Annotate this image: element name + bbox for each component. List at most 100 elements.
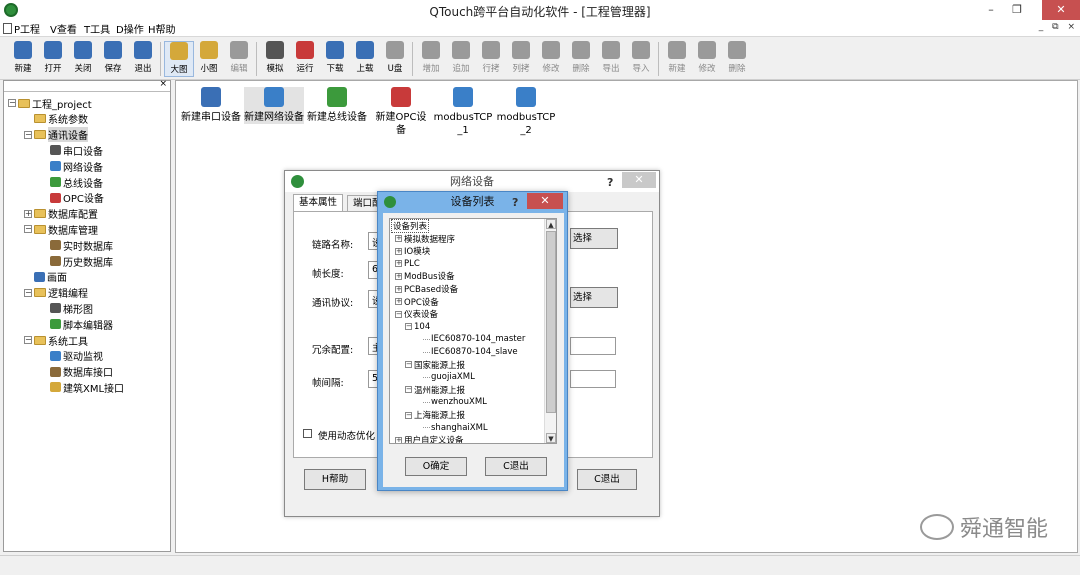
tree-item[interactable]: 数据库接口: [40, 365, 113, 379]
tree-item[interactable]: − 工程_project: [8, 96, 92, 111]
device-list-expander[interactable]: −: [395, 310, 402, 318]
tree-item[interactable]: 系统参数: [24, 112, 88, 126]
tree-expander[interactable]: −: [24, 225, 32, 234]
toolbar-button[interactable]: 编辑: [224, 41, 254, 77]
tree-item[interactable]: − 通讯设备: [24, 127, 88, 143]
interval-extra-field[interactable]: [570, 370, 616, 388]
device-list-item[interactable]: + OPC设备: [395, 296, 439, 308]
toolbar-button[interactable]: 打开: [38, 41, 68, 77]
device-list-item[interactable]: shanghaiXML: [423, 422, 488, 434]
tab-basic[interactable]: 基本属性: [293, 194, 344, 212]
tree-item[interactable]: 历史数据库: [40, 254, 113, 269]
tree-item[interactable]: 画面: [24, 270, 67, 284]
network-dialog-close-button[interactable]: ✕: [622, 172, 656, 188]
menu-help[interactable]: H帮助: [148, 21, 176, 36]
scroll-thumb[interactable]: [546, 231, 556, 413]
device-list-expander[interactable]: +: [395, 272, 402, 280]
device-item[interactable]: 新建OPC设备: [371, 87, 431, 137]
menu-tools[interactable]: T工具: [84, 21, 110, 36]
device-list-item[interactable]: − 国家能源上报: [405, 359, 465, 371]
tree-item[interactable]: − 系统工具: [24, 333, 88, 348]
device-list-item[interactable]: + PLC: [395, 258, 420, 270]
toolbar-button[interactable]: 新建: [662, 41, 692, 77]
toolbar-button[interactable]: 新建: [8, 41, 38, 77]
toolbar-button[interactable]: 上载: [350, 41, 380, 77]
dynamic-opt-checkbox[interactable]: [303, 429, 312, 438]
device-list-item[interactable]: − 仪表设备: [395, 308, 438, 320]
device-list-expander[interactable]: +: [395, 298, 402, 306]
close-button[interactable]: ✕: [1042, 0, 1080, 20]
device-item[interactable]: 新建串口设备: [181, 87, 241, 124]
tree-item[interactable]: 驱动监视: [40, 349, 103, 363]
toolbar-button[interactable]: 修改: [536, 41, 566, 77]
toolbar-button[interactable]: 追加: [446, 41, 476, 77]
menu-file[interactable]: P工程: [3, 21, 40, 36]
device-list-item[interactable]: + IO模块: [395, 245, 430, 257]
device-list-expander[interactable]: −: [405, 361, 412, 369]
device-list-item[interactable]: guojiaXML: [423, 371, 475, 383]
tree-expander[interactable]: +: [24, 209, 32, 218]
tree-expander[interactable]: −: [8, 99, 16, 107]
toolbar-button[interactable]: 下载: [320, 41, 350, 77]
device-list-item[interactable]: + 用户自定义设备: [395, 434, 464, 443]
device-item[interactable]: modbusTCP_1: [433, 87, 493, 137]
tree-item[interactable]: 实时数据库: [40, 238, 113, 253]
cancel-button[interactable]: C退出: [485, 457, 547, 476]
tree-panel-close-button[interactable]: ×: [159, 79, 167, 89]
scroll-down-arrow[interactable]: ▼: [546, 433, 556, 443]
toolbar-button[interactable]: U盘: [380, 41, 410, 77]
minimize-button[interactable]: –: [978, 0, 1004, 20]
menu-operate[interactable]: D操作: [116, 21, 144, 36]
device-list-expander[interactable]: −: [405, 411, 412, 419]
device-list-item[interactable]: + PCBased设备: [395, 283, 458, 295]
tree-item[interactable]: 串口设备: [40, 143, 103, 158]
redundancy-extra-field[interactable]: [570, 337, 616, 355]
device-list-item[interactable]: IEC60870-104_slave: [423, 346, 518, 358]
tree-expander[interactable]: −: [24, 288, 32, 297]
device-list-item[interactable]: −104: [405, 321, 430, 333]
tree-item[interactable]: 梯形图: [40, 301, 93, 316]
device-list-tree[interactable]: ▲ ▼ 设备列表 + 模拟数据程序 + IO模块 + PLC + ModBus设备 + PCBase…: [389, 218, 557, 444]
toolbar-button[interactable]: 删除: [566, 41, 596, 77]
scroll-up-arrow[interactable]: ▲: [546, 219, 556, 229]
device-list-item[interactable]: − 上海能源上报: [405, 409, 465, 421]
toolbar-button[interactable]: 列拷: [506, 41, 536, 77]
toolbar-button[interactable]: 保存: [98, 41, 128, 77]
protocol-select-button[interactable]: 选择: [570, 287, 618, 308]
device-item[interactable]: modbusTCP_2: [496, 87, 556, 137]
toolbar-button[interactable]: 修改: [692, 41, 722, 77]
device-list-item[interactable]: + 模拟数据程序: [395, 233, 455, 245]
toolbar-button[interactable]: 模拟: [260, 41, 290, 77]
tree-item[interactable]: − 逻辑编程: [24, 286, 88, 300]
device-item[interactable]: 新建总线设备: [307, 87, 367, 124]
device-list-expander[interactable]: −: [405, 323, 412, 331]
device-list-expander[interactable]: −: [405, 386, 412, 394]
device-list-expander[interactable]: +: [395, 247, 402, 255]
tree-item[interactable]: + 数据库配置: [24, 207, 98, 221]
tree-item[interactable]: 建筑XML接口: [40, 380, 124, 395]
network-dialog-help-button[interactable]: ?: [607, 172, 613, 193]
tree-item[interactable]: 网络设备: [40, 159, 103, 174]
toolbar-button[interactable]: 大图: [164, 41, 194, 77]
device-list-scrollbar[interactable]: ▲ ▼: [544, 219, 556, 443]
toolbar-button[interactable]: 小图: [194, 41, 224, 77]
help-button[interactable]: H帮助: [304, 469, 366, 490]
device-list-expander[interactable]: +: [395, 260, 402, 268]
toolbar-button[interactable]: 增加: [416, 41, 446, 77]
device-list-expander[interactable]: +: [395, 436, 402, 443]
tree-item[interactable]: OPC设备: [40, 191, 104, 205]
device-list-help-button[interactable]: ?: [512, 193, 518, 213]
toolbar-button[interactable]: 删除: [722, 41, 752, 77]
toolbar-button[interactable]: 导出: [596, 41, 626, 77]
toolbar-button[interactable]: 关闭: [68, 41, 98, 77]
toolbar-button[interactable]: 退出: [128, 41, 158, 77]
tree-expander[interactable]: −: [24, 336, 32, 344]
device-list-item[interactable]: wenzhouXML: [423, 396, 487, 408]
mdi-controls[interactable]: _ ⧉ ×: [1039, 22, 1078, 32]
tree-item[interactable]: − 数据库管理: [24, 222, 98, 237]
ok-button[interactable]: O确定: [405, 457, 467, 476]
toolbar-button[interactable]: 导入: [626, 41, 656, 77]
device-list-expander[interactable]: +: [395, 285, 402, 293]
device-list-close-button[interactable]: ✕: [527, 193, 563, 209]
device-list-item[interactable]: 设备列表: [391, 219, 430, 233]
